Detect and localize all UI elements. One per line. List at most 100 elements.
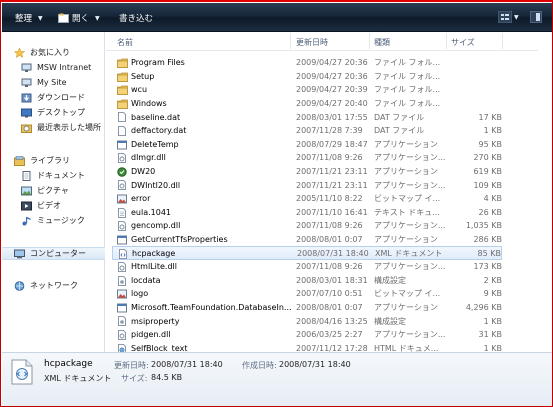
file-name: dlmgr.dll xyxy=(131,153,166,163)
nav-computer-label: コンピューター xyxy=(30,249,86,258)
file-name: baseline.dat xyxy=(131,112,181,122)
column-divider[interactable] xyxy=(290,33,291,49)
nav-favorites[interactable]: お気に入り xyxy=(14,46,117,59)
file-name: Program Files xyxy=(131,58,185,68)
file-row[interactable]: logo 2007/07/10 0:51 ビットマップ イ... 9 KB xyxy=(112,287,502,301)
nav-favorite-label: 最近表示した場所 xyxy=(37,123,101,132)
folder-icon xyxy=(117,58,128,68)
file-row[interactable]: wcu 2009/04/27 20:39 ファイル フォル... xyxy=(112,83,502,97)
file-row[interactable]: DeleteTemp 2008/07/29 18:47 アプリケーション 95 KB xyxy=(112,138,502,152)
file-name: deffactory.dat xyxy=(131,126,187,136)
burn-button[interactable]: 書き込む xyxy=(119,11,153,25)
file-row[interactable]: Windows 2009/04/27 20:40 ファイル フォル... xyxy=(112,97,502,111)
open-icon xyxy=(58,13,69,23)
file-row[interactable]: locdata 2008/03/01 18:31 構成設定 2 KB xyxy=(112,274,502,288)
file-date: 2007/11/08 9:26 xyxy=(296,221,363,231)
file-name: Microsoft.TeamFoundation.DatabaseIn... xyxy=(131,303,292,313)
file-date: 2009/04/27 20:36 xyxy=(296,71,368,81)
file-row[interactable]: DW20 2007/11/21 23:11 アプリケーション 619 KB xyxy=(112,165,502,179)
column-header-name[interactable]: 名前 xyxy=(117,37,133,48)
file-row[interactable]: baseline.dat 2008/03/01 17:55 DAT ファイル 17 K… xyxy=(112,110,502,124)
file-row[interactable]: hcpackage 2008/07/31 18:40 XML ドキュメント 85 KB xyxy=(112,246,502,260)
file-name: GetCurrentTfsProperties xyxy=(131,235,228,245)
file-name: eula.1041 xyxy=(131,207,172,217)
file-row[interactable]: gencomp.dll 2007/11/08 9:26 アプリケーション... 1,0… xyxy=(112,219,502,233)
dll-icon xyxy=(117,180,127,191)
file-row[interactable]: HtmlLite.dll 2007/11/08 9:26 アプリケーション... 17… xyxy=(112,260,502,274)
column-header-date[interactable]: 更新日時 xyxy=(296,37,328,48)
nav-computer[interactable]: コンピューター xyxy=(2,247,105,260)
file-size: 286 KB xyxy=(473,235,502,245)
file-row[interactable]: pidgen.dll 2006/03/25 2:27 アプリケーション... 31 K… xyxy=(112,328,502,342)
column-header-type[interactable]: 種類 xyxy=(374,37,390,48)
file-name: gencomp.dll xyxy=(131,221,181,231)
view-options-button[interactable]: ▼ xyxy=(498,9,519,25)
file-size: 31 KB xyxy=(478,330,502,340)
details-file-name: hcpackage xyxy=(44,359,93,369)
file-size: 1 KB xyxy=(483,126,502,136)
nav-favorites-label: お気に入り xyxy=(30,48,70,57)
file-size: 619 KB xyxy=(473,167,502,177)
file-row[interactable]: error 2005/11/10 8:22 ビットマップ イ... 4 KB xyxy=(112,192,502,206)
file-row[interactable]: dlmgr.dll 2007/11/08 9:26 アプリケーション... 270 K… xyxy=(112,151,502,165)
details-modified-label: 更新日時: xyxy=(114,361,149,370)
file-row[interactable]: Setup 2009/04/27 20:36 ファイル フォル... xyxy=(112,70,502,84)
file-type: アプリケーション xyxy=(374,167,438,177)
file-date: 2008/03/01 17:55 xyxy=(296,112,368,122)
file-type: アプリケーション xyxy=(374,139,438,149)
nav-network[interactable]: ネットワーク xyxy=(14,279,117,292)
file-date: 2008/07/31 18:40 xyxy=(297,248,369,258)
app-icon xyxy=(117,303,127,313)
folder-icon xyxy=(117,85,128,96)
open-button[interactable]: 開く ▼ xyxy=(58,11,100,25)
star-icon xyxy=(14,47,25,58)
file-row[interactable]: deffactory.dat 2007/11/28 7:39 DAT ファイル 1 K… xyxy=(112,124,502,138)
column-divider[interactable] xyxy=(446,33,447,49)
file-type: HTML ドキュメ... xyxy=(374,343,439,352)
dll-icon xyxy=(117,221,127,232)
file-date: 2006/03/25 2:27 xyxy=(296,330,363,340)
explorer-window: 整理 ▼ 開く ▼ 書き込む ▼ お気に入り MSW Intranet My S… xyxy=(0,0,553,407)
file-row[interactable]: eula.1041 2007/11/10 16:41 テキスト ドキュ... 26 K… xyxy=(112,206,502,220)
file-type: ファイル フォル... xyxy=(374,85,441,95)
details-pane: hcpackage XML ドキュメント 更新日時: 2008/07/31 18… xyxy=(2,352,552,406)
file-list: 名前 更新日時 種類 サイズ Program Files 2009/04/27 2… xyxy=(106,32,548,352)
file-row[interactable]: GetCurrentTfsProperties 2008/08/01 0:07 アプ… xyxy=(112,233,502,247)
file-date: 2007/11/08 9:26 xyxy=(296,262,363,272)
nav-libraries[interactable]: ライブラリ xyxy=(14,154,117,167)
file-row[interactable]: msiproperty 2008/04/16 13:25 構成設定 1 KB xyxy=(112,314,502,328)
file-name: hcpackage xyxy=(132,248,176,258)
column-header-size[interactable]: サイズ xyxy=(451,37,475,48)
file-type: XML ドキュメント xyxy=(375,248,443,258)
file-row[interactable]: DWIntl20.dll 2007/11/21 23:11 アプリケーション... 1… xyxy=(112,178,502,192)
preview-pane-button[interactable] xyxy=(530,9,542,25)
file-row[interactable]: SelfBlock_text 2007/11/12 17:28 HTML ドキュメ.… xyxy=(112,342,502,352)
file-type: 構成設定 xyxy=(374,275,406,285)
file-date: 2008/08/01 0:07 xyxy=(296,235,363,245)
dw-icon xyxy=(117,167,127,177)
column-header-bar: 名前 更新日時 種類 サイズ xyxy=(106,32,548,51)
file-name: error xyxy=(131,194,151,204)
file-name: DWIntl20.dll xyxy=(131,180,181,190)
file-row[interactable]: Microsoft.TeamFoundation.DatabaseIn... 20… xyxy=(112,301,502,315)
file-size: 9 KB xyxy=(483,289,502,299)
image-icon xyxy=(117,289,127,299)
nav-library-label: ピクチャ xyxy=(37,186,69,195)
file-size: 95 KB xyxy=(478,139,502,149)
column-divider[interactable] xyxy=(502,33,503,49)
file-date: 2007/11/21 23:11 xyxy=(296,180,368,190)
file-date: 2008/03/01 18:31 xyxy=(296,275,368,285)
vertical-scrollbar[interactable] xyxy=(538,32,548,352)
file-size: 2 KB xyxy=(483,275,502,285)
file-icon xyxy=(117,112,127,123)
file-name: SelfBlock_text xyxy=(131,343,188,352)
file-date: 2008/07/29 18:47 xyxy=(296,139,368,149)
organize-label: 整理 xyxy=(15,14,33,24)
file-size: 1 KB xyxy=(483,316,502,326)
file-row[interactable]: Program Files 2009/04/27 20:36 ファイル フォル... xyxy=(112,56,502,70)
organize-button[interactable]: 整理 ▼ xyxy=(15,11,43,25)
file-type: アプリケーション... xyxy=(374,262,446,272)
column-divider[interactable] xyxy=(369,33,370,49)
file-date: 2007/11/10 16:41 xyxy=(296,207,368,217)
file-type: アプリケーション... xyxy=(374,180,446,190)
